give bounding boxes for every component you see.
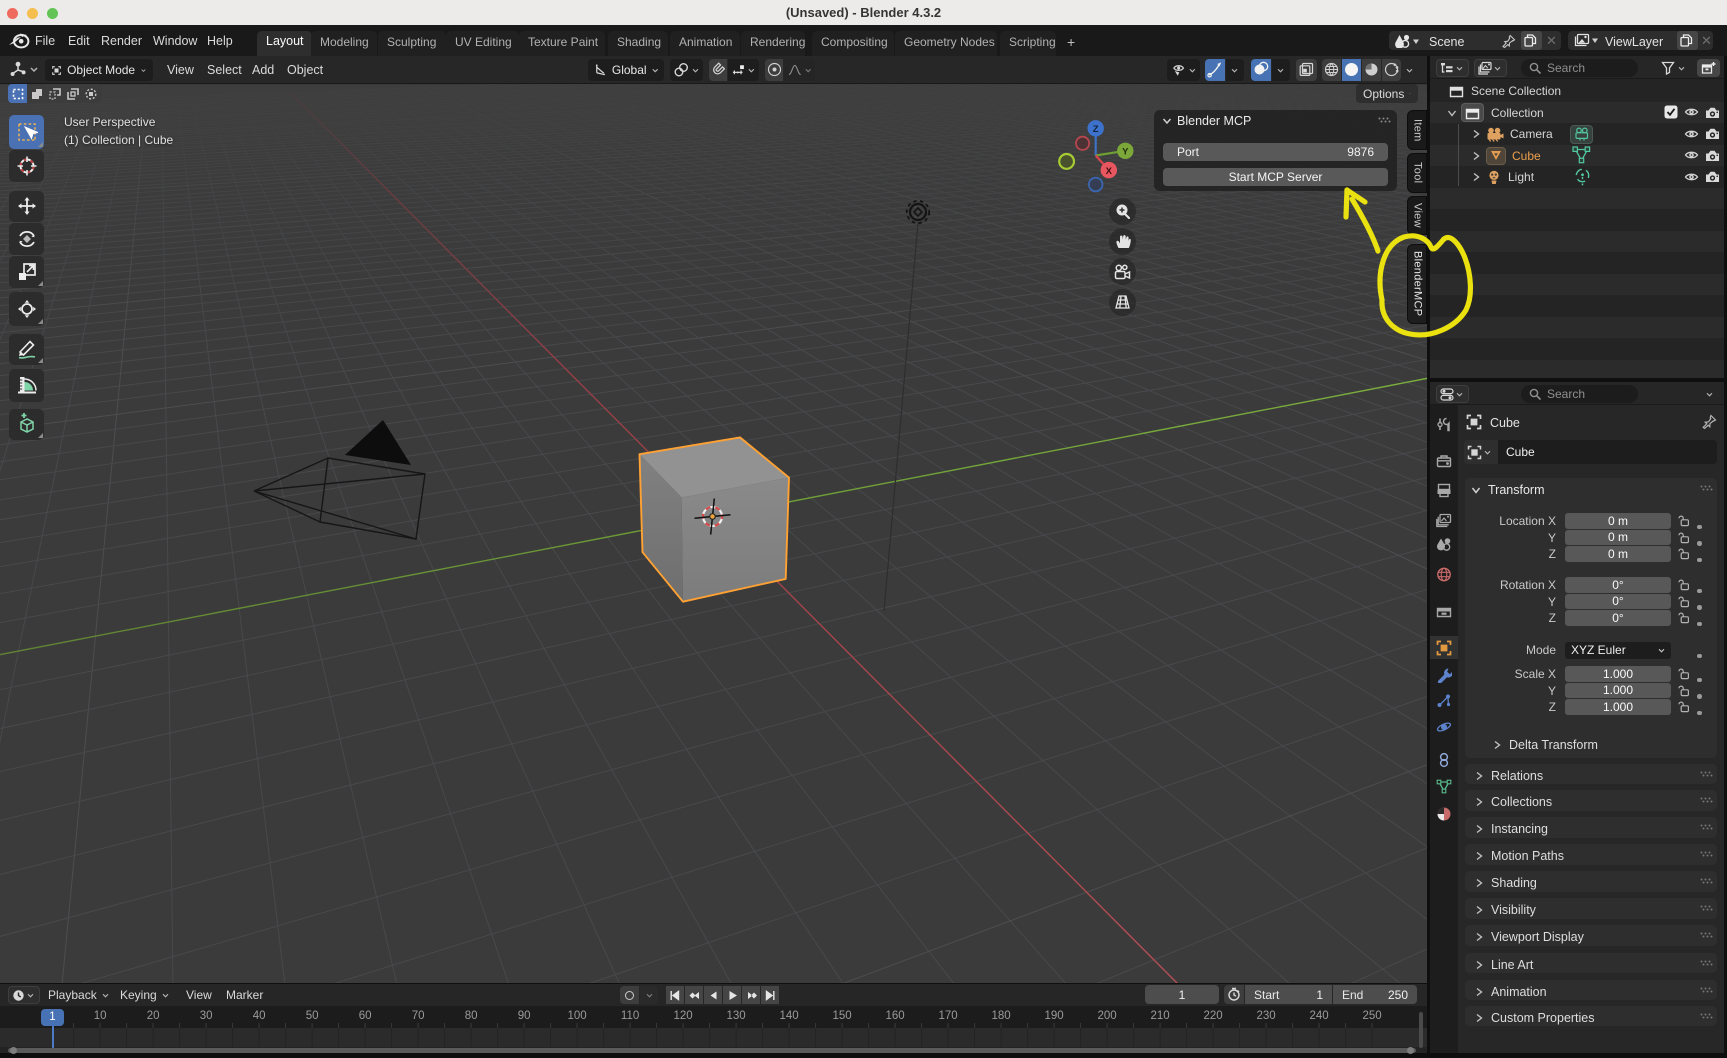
svg-text:X: X	[1106, 166, 1113, 177]
svg-text:Y: Y	[1122, 147, 1129, 158]
svg-text:Z: Z	[1093, 124, 1099, 135]
